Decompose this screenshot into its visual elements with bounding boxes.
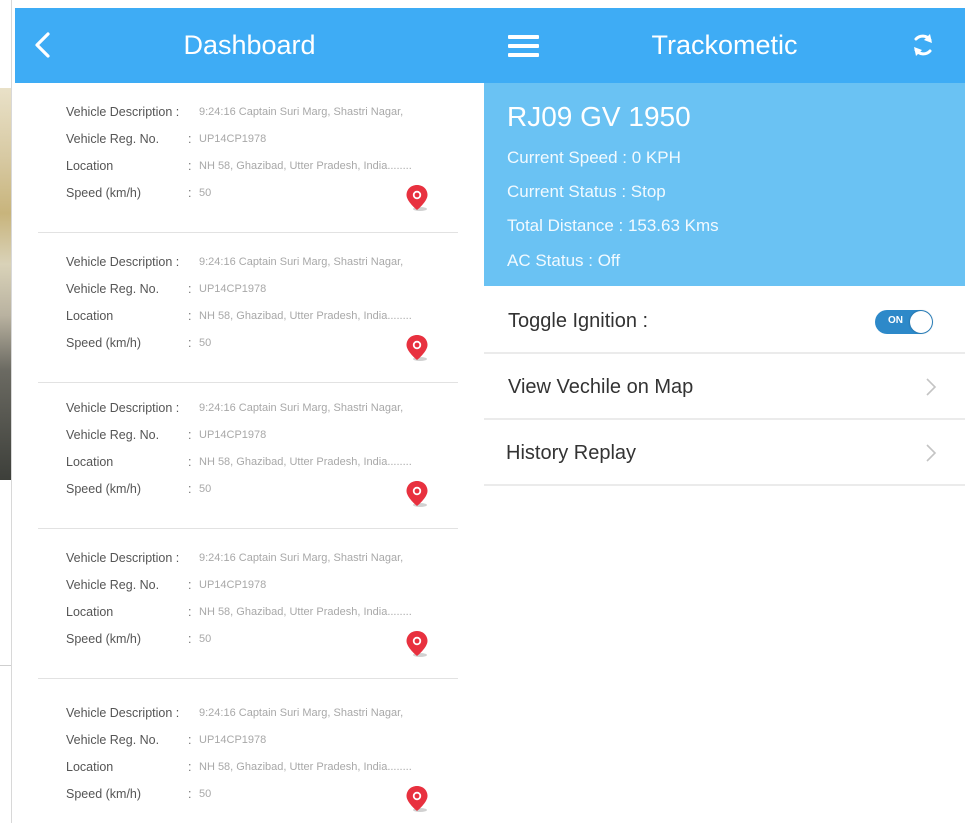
toggle-knob bbox=[910, 311, 932, 333]
vehicle-card[interactable]: Vehicle Description : 9:24:16 Captain Sur… bbox=[38, 531, 458, 679]
vehicle-reg-no-value: UP14CP1978 bbox=[199, 429, 267, 441]
vehicle-location-value: NH 58, Ghazibad, Utter Pradesh, India...… bbox=[199, 606, 412, 618]
colon-separator: : bbox=[188, 428, 192, 442]
current-status: Current Status : Stop bbox=[507, 182, 666, 201]
dashboard-header: Dashboard bbox=[15, 8, 484, 83]
colon-separator: : bbox=[188, 733, 192, 747]
vehicle-reg-no-value: UP14CP1978 bbox=[199, 579, 267, 591]
view-map-label: View Vechile on Map bbox=[508, 376, 694, 398]
vehicle-location-value: NH 58, Ghazibad, Utter Pradesh, India...… bbox=[199, 160, 412, 172]
vehicle-reg-no-label: Vehicle Reg. No. bbox=[66, 282, 160, 296]
divider bbox=[0, 665, 11, 666]
colon-separator: : bbox=[188, 282, 192, 296]
vehicle-speed-label: Speed (km/h) bbox=[66, 632, 142, 646]
vehicle-description-label: Vehicle Description : bbox=[66, 401, 180, 415]
colon-separator: : bbox=[188, 632, 192, 646]
chevron-right-icon bbox=[926, 378, 937, 396]
history-replay-label: History Replay bbox=[506, 442, 637, 464]
vehicle-speed-label: Speed (km/h) bbox=[66, 482, 142, 496]
vehicle-speed-value: 50 bbox=[199, 633, 212, 645]
total-distance: Total Distance : 153.63 Kms bbox=[507, 216, 719, 235]
trackometic-title: Trackometic bbox=[651, 30, 798, 60]
vehicle-card[interactable]: Vehicle Description : 9:24:16 Captain Sur… bbox=[38, 235, 458, 383]
vehicle-speed-value: 50 bbox=[199, 483, 212, 495]
colon-separator: : bbox=[188, 482, 192, 496]
vehicle-location-value: NH 58, Ghazibad, Utter Pradesh, India...… bbox=[199, 761, 412, 773]
chevron-right-icon bbox=[926, 444, 937, 462]
vehicle-description-label: Vehicle Description : bbox=[66, 551, 180, 565]
vehicle-location-label: Location bbox=[66, 455, 114, 469]
vehicle-description-value: 9:24:16 Captain Suri Marg, Shastri Nagar… bbox=[199, 256, 404, 268]
colon-separator: : bbox=[188, 159, 192, 173]
ac-status: AC Status : Off bbox=[507, 251, 621, 270]
vehicle-reg-no-label: Vehicle Reg. No. bbox=[66, 132, 160, 146]
dashboard-screen: Dashboard Vehicle Description : 9:24:16 C… bbox=[15, 8, 484, 823]
adjacent-screen-edge bbox=[0, 0, 12, 823]
current-speed: Current Speed : 0 KPH bbox=[507, 148, 681, 167]
colon-separator: : bbox=[188, 760, 192, 774]
trackometic-screen: Trackometic RJ09 GV 1950 Current Speed :… bbox=[484, 8, 965, 823]
vehicle-description-label: Vehicle Description : bbox=[66, 706, 180, 720]
colon-separator: : bbox=[188, 309, 192, 323]
vehicle-speed-value: 50 bbox=[199, 337, 212, 349]
vehicle-reg-no-label: Vehicle Reg. No. bbox=[66, 733, 160, 747]
toggle-state-label: ON bbox=[888, 315, 903, 326]
vehicle-reg-no-label: Vehicle Reg. No. bbox=[66, 578, 160, 592]
vehicle-location-value: NH 58, Ghazibad, Utter Pradesh, India...… bbox=[199, 456, 412, 468]
colon-separator: : bbox=[188, 132, 192, 146]
vehicle-description-value: 9:24:16 Captain Suri Marg, Shastri Nagar… bbox=[199, 402, 404, 414]
vehicle-location-value: NH 58, Ghazibad, Utter Pradesh, India...… bbox=[199, 310, 412, 322]
vehicle-info-panel: RJ09 GV 1950 Current Speed : 0 KPH Curre… bbox=[484, 83, 965, 286]
trackometic-header: Trackometic bbox=[484, 8, 965, 83]
vehicle-speed-label: Speed (km/h) bbox=[66, 186, 142, 200]
vehicle-reg-no-label: Vehicle Reg. No. bbox=[66, 428, 160, 442]
vehicle-location-label: Location bbox=[66, 760, 114, 774]
dashboard-title: Dashboard bbox=[183, 30, 316, 60]
history-replay-row[interactable]: History Replay bbox=[484, 420, 965, 486]
background-photo bbox=[0, 88, 11, 480]
back-button[interactable] bbox=[31, 28, 55, 62]
colon-separator: : bbox=[188, 787, 192, 801]
vehicle-description-value: 9:24:16 Captain Suri Marg, Shastri Nagar… bbox=[199, 707, 404, 719]
view-vehicle-on-map-row[interactable]: View Vechile on Map bbox=[484, 354, 965, 420]
map-pin-icon[interactable] bbox=[405, 334, 431, 362]
vehicle-location-label: Location bbox=[66, 159, 114, 173]
colon-separator: : bbox=[188, 578, 192, 592]
vehicle-reg-no-value: UP14CP1978 bbox=[199, 133, 267, 145]
vehicle-description-value: 9:24:16 Captain Suri Marg, Shastri Nagar… bbox=[199, 106, 404, 118]
colon-separator: : bbox=[188, 605, 192, 619]
vehicle-card[interactable]: Vehicle Description : 9:24:16 Captain Sur… bbox=[38, 381, 458, 529]
hamburger-menu-icon[interactable] bbox=[508, 33, 539, 58]
colon-separator: : bbox=[188, 186, 192, 200]
vehicle-description-value: 9:24:16 Captain Suri Marg, Shastri Nagar… bbox=[199, 552, 404, 564]
ignition-toggle[interactable]: ON bbox=[875, 310, 933, 334]
vehicle-speed-label: Speed (km/h) bbox=[66, 787, 142, 801]
map-pin-icon[interactable] bbox=[405, 630, 431, 658]
vehicle-card[interactable]: Vehicle Description : 9:24:16 Captain Sur… bbox=[38, 85, 458, 233]
map-pin-icon[interactable] bbox=[405, 785, 431, 813]
chevron-left-icon bbox=[35, 32, 50, 58]
vehicle-speed-label: Speed (km/h) bbox=[66, 336, 142, 350]
colon-separator: : bbox=[188, 455, 192, 469]
colon-separator: : bbox=[188, 336, 192, 350]
toggle-ignition-label: Toggle Ignition : bbox=[508, 310, 649, 332]
vehicle-reg-number: RJ09 GV 1950 bbox=[507, 101, 691, 132]
vehicle-reg-no-value: UP14CP1978 bbox=[199, 734, 267, 746]
toggle-ignition-row: Toggle Ignition : ON bbox=[484, 288, 965, 354]
vehicle-location-label: Location bbox=[66, 309, 114, 323]
vehicle-reg-no-value: UP14CP1978 bbox=[199, 283, 267, 295]
vehicle-description-label: Vehicle Description : bbox=[66, 255, 180, 269]
vehicle-card[interactable]: Vehicle Description : 9:24:16 Captain Sur… bbox=[38, 686, 458, 823]
map-pin-icon[interactable] bbox=[405, 480, 431, 508]
vehicle-location-label: Location bbox=[66, 605, 114, 619]
vehicle-speed-value: 50 bbox=[199, 187, 212, 199]
map-pin-icon[interactable] bbox=[405, 184, 431, 212]
vehicle-description-label: Vehicle Description : bbox=[66, 105, 180, 119]
vehicle-speed-value: 50 bbox=[199, 788, 212, 800]
refresh-icon[interactable] bbox=[910, 32, 936, 58]
